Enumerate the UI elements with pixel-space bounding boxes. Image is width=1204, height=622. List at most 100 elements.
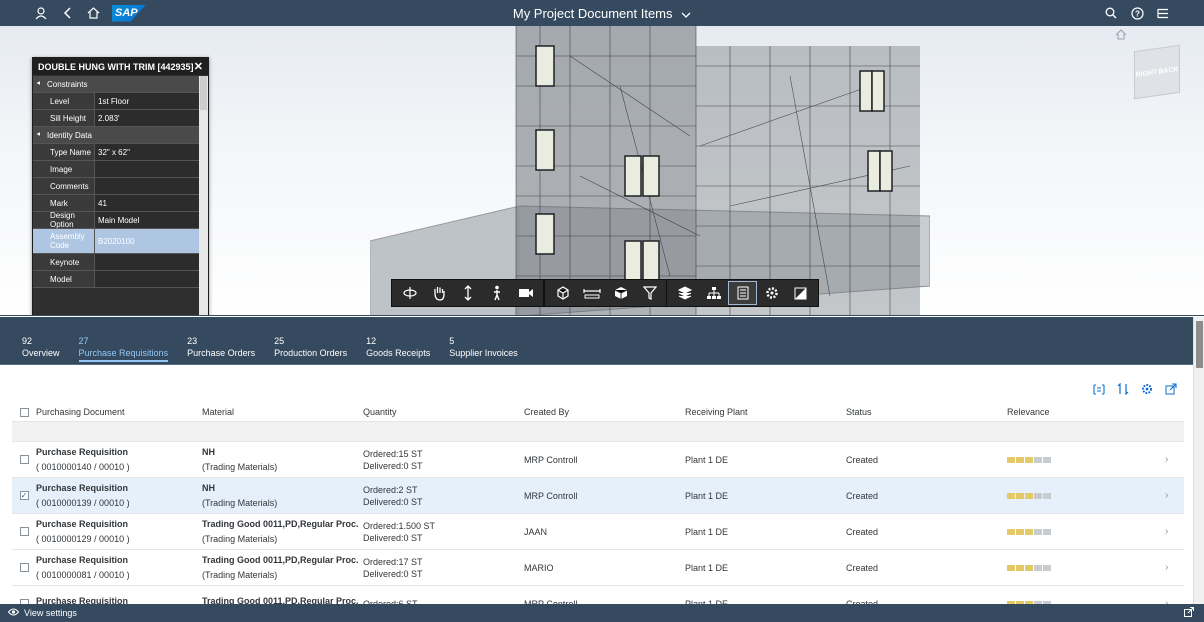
chevron-right-icon[interactable]: ›: [1157, 526, 1168, 537]
chevron-right-icon[interactable]: ›: [1157, 454, 1168, 465]
tab-count: 12: [366, 336, 377, 346]
zoom-icon[interactable]: [453, 281, 482, 305]
viewcube-back-face[interactable]: BACK: [1158, 65, 1178, 75]
help-icon[interactable]: ?: [1124, 0, 1150, 26]
property-row[interactable]: Image: [33, 161, 199, 178]
row-checkbox[interactable]: [19, 563, 29, 572]
property-row[interactable]: Comments: [33, 178, 199, 195]
user-icon[interactable]: [28, 0, 54, 26]
walk-icon[interactable]: [482, 281, 511, 305]
relevance-indicator: [1007, 528, 1157, 535]
home-icon[interactable]: [80, 0, 106, 26]
tab-label: Purchase Requisitions: [78, 348, 169, 358]
column-header-receiving-plant[interactable]: Receiving Plant: [685, 407, 846, 417]
tab-purchase-requisitions[interactable]: 27 Purchase Requisitions: [78, 317, 169, 365]
document-type: Purchase Requisition: [36, 555, 129, 565]
tab-label: Overview: [22, 348, 60, 358]
camera-icon[interactable]: [511, 281, 540, 305]
viewcube-right-face[interactable]: RIGHT: [1135, 68, 1157, 78]
property-key: Level: [33, 93, 95, 109]
home-view-icon[interactable]: [1115, 29, 1127, 43]
page-scrollbar[interactable]: [1193, 317, 1204, 604]
viewcube[interactable]: RIGHT BACK: [1134, 44, 1180, 100]
property-row[interactable]: Level 1st Floor: [33, 93, 199, 110]
property-value: 2.083': [95, 110, 199, 126]
filter-icon[interactable]: [635, 281, 664, 305]
column-header-purchasing-document[interactable]: Purchasing Document: [36, 407, 202, 417]
column-header-material[interactable]: Material: [202, 407, 363, 417]
layers-icon[interactable]: [670, 281, 699, 305]
export-icon[interactable]: [1164, 382, 1178, 396]
pan-icon[interactable]: [424, 281, 453, 305]
property-row[interactable]: Mark 41: [33, 195, 199, 212]
property-row-selected[interactable]: Assembly Code B2020100: [33, 229, 199, 254]
properties-panel[interactable]: DOUBLE HUNG WITH TRIM [442935] ✕ Constra…: [32, 57, 209, 315]
property-row[interactable]: Sill Height 2.083': [33, 110, 199, 127]
tab-overview[interactable]: 92 Overview: [22, 317, 60, 365]
tab-label: Supplier Invoices: [449, 348, 518, 358]
material-type: (Trading Materials): [202, 570, 278, 580]
back-icon[interactable]: [54, 0, 80, 26]
column-header-quantity[interactable]: Quantity: [363, 407, 524, 417]
chevron-down-icon[interactable]: [681, 7, 691, 22]
settings-gear-icon[interactable]: [757, 281, 786, 305]
app-title[interactable]: My Project Document Items: [513, 6, 673, 21]
page-scroll-thumb[interactable]: [1196, 321, 1203, 368]
delivered-qty: Delivered:0 ST: [363, 460, 423, 471]
column-header-status[interactable]: Status: [846, 407, 1007, 417]
view-settings-link[interactable]: View settings: [7, 608, 77, 618]
document-id: ( 0010000081 / 00010 ): [36, 570, 130, 580]
search-icon[interactable]: [1098, 0, 1124, 26]
chevron-right-icon[interactable]: ›: [1157, 562, 1168, 573]
select-all-checkbox[interactable]: [19, 407, 29, 417]
property-row[interactable]: Design Option Main Model: [33, 211, 199, 229]
property-group-identity-data[interactable]: Identity Data: [33, 127, 199, 144]
tab-production-orders[interactable]: 25 Production Orders: [274, 317, 347, 365]
property-value: Main Model: [95, 212, 199, 228]
explode-model-icon[interactable]: [548, 281, 577, 305]
table-row[interactable]: Purchase Requisition ( 0010000140 / 00010…: [12, 442, 1184, 478]
open-external-icon[interactable]: [1184, 607, 1194, 619]
row-checkbox[interactable]: [19, 527, 29, 536]
tab-goods-receipts[interactable]: 12 Goods Receipts: [366, 317, 430, 365]
measure-icon[interactable]: [577, 281, 606, 305]
property-row[interactable]: Type Name 32" x 62": [33, 144, 199, 161]
section-box-icon[interactable]: [606, 281, 635, 305]
delivered-qty: Delivered:0 ST: [363, 532, 423, 543]
model-tree-icon[interactable]: [699, 281, 728, 305]
receiving-plant: Plant 1 DE: [685, 490, 729, 501]
property-group-constraints[interactable]: Constraints: [33, 76, 199, 93]
properties-icon[interactable]: [728, 281, 757, 305]
row-checkbox-checked[interactable]: ✓: [19, 491, 29, 500]
table-settings-icon[interactable]: [1140, 382, 1154, 396]
panel-scrollbar[interactable]: [199, 76, 208, 315]
orbit-icon[interactable]: [395, 281, 424, 305]
table-row[interactable]: Purchase Requisition ( 0010000129 / 00010…: [12, 514, 1184, 550]
menu-icon[interactable]: [1150, 0, 1176, 26]
document-type: Purchase Requisition: [36, 483, 129, 493]
svg-text:?: ?: [1135, 9, 1140, 18]
fullscreen-icon[interactable]: [786, 281, 815, 305]
table-body: Purchase Requisition ( 0010000140 / 00010…: [12, 442, 1184, 622]
tab-supplier-invoices[interactable]: 5 Supplier Invoices: [449, 317, 518, 365]
view-settings-label: View settings: [24, 608, 77, 618]
building-model[interactable]: [370, 26, 930, 316]
model-viewer[interactable]: RIGHT BACK DOUBLE HUNG WITH TRIM [442935…: [0, 26, 1204, 316]
column-header-relevance[interactable]: Relevance: [1007, 407, 1157, 417]
property-value: [95, 178, 199, 194]
group-icon[interactable]: [1092, 382, 1106, 396]
close-icon[interactable]: ✕: [194, 60, 203, 73]
sort-icon[interactable]: [1116, 382, 1130, 396]
property-row[interactable]: Model: [33, 271, 199, 288]
table-row-selected[interactable]: ✓ Purchase Requisition ( 0010000139 / 000…: [12, 478, 1184, 514]
material-name: Trading Good 0011,PD,Regular Proc.: [202, 555, 359, 565]
row-checkbox[interactable]: [19, 455, 29, 464]
ordered-qty: Ordered:15 ST: [363, 448, 423, 459]
chevron-right-icon[interactable]: ›: [1157, 490, 1168, 501]
table-row[interactable]: Purchase Requisition ( 0010000081 / 00010…: [12, 550, 1184, 586]
property-row[interactable]: Keynote: [33, 254, 199, 271]
tab-purchase-orders[interactable]: 23 Purchase Orders: [187, 317, 255, 365]
sap-logo[interactable]: SAP: [112, 4, 146, 22]
column-header-created-by[interactable]: Created By: [524, 407, 685, 417]
panel-scroll-thumb[interactable]: [200, 76, 207, 110]
